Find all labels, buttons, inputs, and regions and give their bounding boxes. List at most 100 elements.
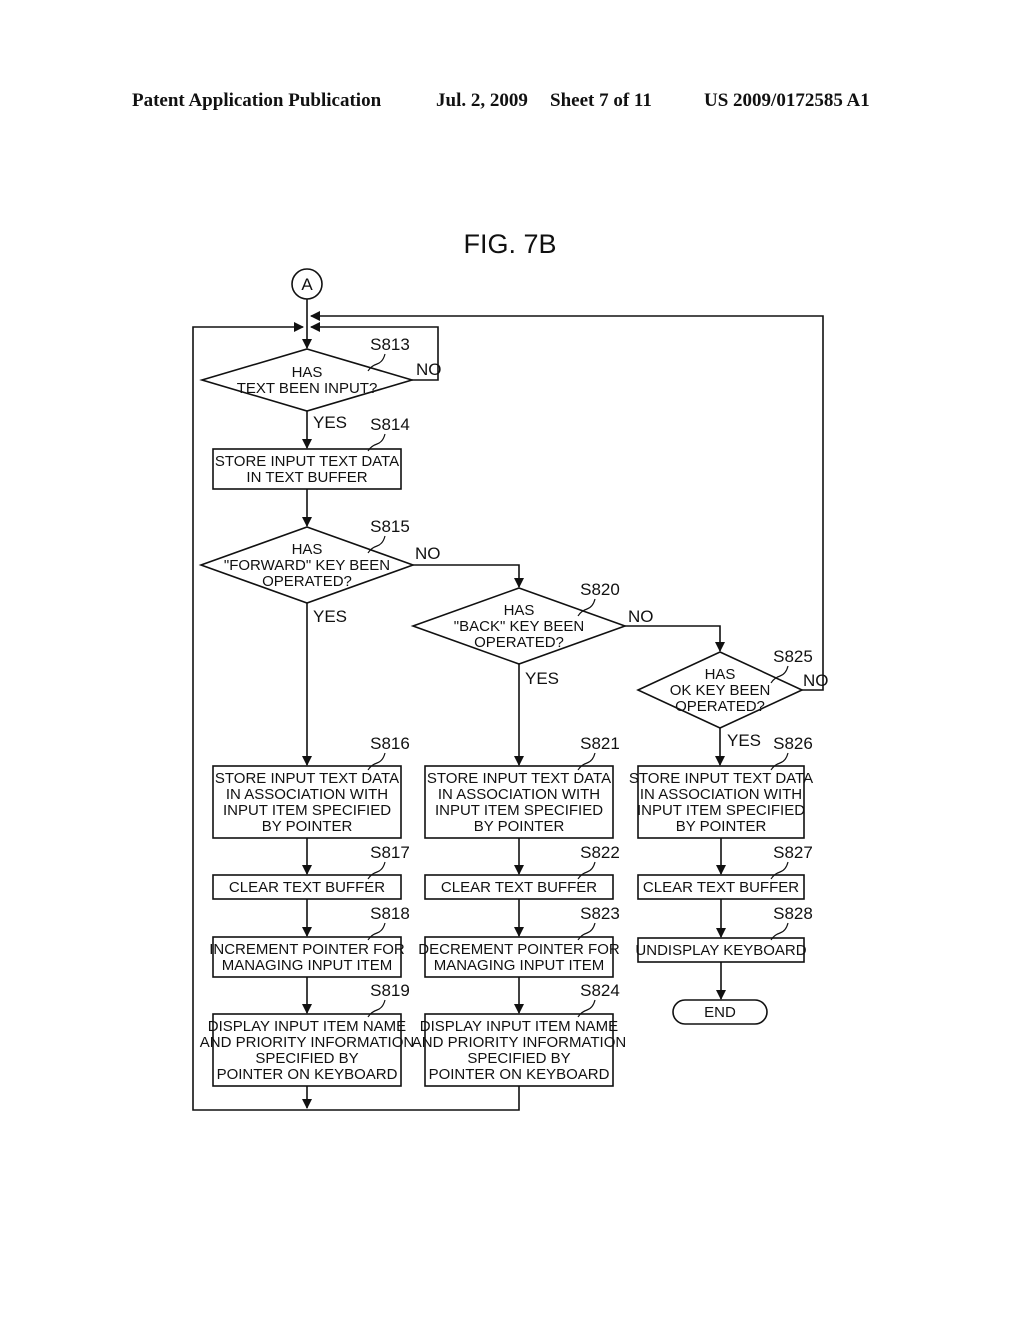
step-number: S817 [370, 843, 410, 862]
edge-label-no: NO [415, 544, 441, 563]
step-label-s827: S827 [770, 843, 813, 880]
node-text-line: SPECIFIED BY [255, 1050, 358, 1067]
step-number: S822 [580, 843, 620, 862]
edge-label-no: NO [803, 671, 829, 690]
edge-label-yes: YES [313, 413, 347, 432]
step-label-s820: S820 [577, 580, 620, 617]
step-number: S825 [773, 647, 813, 666]
arrow-s815-no [413, 564, 524, 588]
process-s816: STORE INPUT TEXT DATAIN ASSOCIATION WITH… [212, 765, 402, 839]
node-text-line: DISPLAY INPUT ITEM NAME [420, 1018, 618, 1035]
step-number: S821 [580, 734, 620, 753]
step-label-s819: S819 [367, 981, 410, 1018]
loop-back-left [192, 322, 520, 1111]
node-text-line: CLEAR TEXT BUFFER [643, 879, 799, 896]
node-text-line: INPUT ITEM SPECIFIED [435, 802, 603, 819]
flowchart: FIG. 7B A NONOYESNOYES NOYESYES HASTEXT B… [192, 229, 829, 1111]
process-s823: DECREMENT POINTER FORMANAGING INPUT ITEM [418, 936, 620, 978]
step-number: S818 [370, 904, 410, 923]
decision-s813: HASTEXT BEEN INPUT? [199, 348, 415, 412]
step-number: S826 [773, 734, 813, 753]
process-s818: INCREMENT POINTER FORMANAGING INPUT ITEM [209, 936, 405, 978]
step-label-s826: S826 [770, 734, 813, 771]
node-text-line: CLEAR TEXT BUFFER [441, 879, 597, 896]
step-number: S827 [773, 843, 813, 862]
leader-line [367, 353, 386, 372]
node-text-line: STORE INPUT TEXT DATA [629, 770, 813, 787]
step-label-s813: S813 [367, 335, 410, 372]
edge-label-yes: YES [727, 731, 761, 750]
node-text-line: TEXT BEEN INPUT? [237, 380, 378, 397]
node-text-line: OPERATED? [474, 634, 564, 651]
leader-line [367, 535, 386, 554]
step-label-s814: S814 [367, 415, 410, 452]
step-number: S819 [370, 981, 410, 1000]
node-text-line: OK KEY BEEN [670, 682, 771, 699]
connector-a-label: A [301, 275, 313, 294]
step-label-s818: S818 [367, 904, 410, 941]
node-text-line: IN ASSOCIATION WITH [640, 786, 802, 803]
node-text-line: STORE INPUT TEXT DATA [427, 770, 611, 787]
step-number: S824 [580, 981, 620, 1000]
node-text-line: IN TEXT BUFFER [246, 469, 367, 486]
node-text-line: INCREMENT POINTER FOR [209, 941, 405, 958]
process-s817: CLEAR TEXT BUFFER [212, 874, 402, 900]
node-text-line: INPUT ITEM SPECIFIED [223, 802, 391, 819]
step-label-s828: S828 [770, 904, 813, 941]
node-text-line: END [704, 1004, 736, 1021]
figure-title: FIG. 7B [463, 229, 556, 259]
node-text-line: DECREMENT POINTER FOR [418, 941, 620, 958]
node-text-line: OPERATED? [262, 573, 352, 590]
node-text-line: MANAGING INPUT ITEM [222, 957, 393, 974]
edge-label-yes: YES [525, 669, 559, 688]
step-label-s822: S822 [577, 843, 620, 880]
edge-label-yes: YES [313, 607, 347, 626]
step-number: S814 [370, 415, 410, 434]
step-number: S816 [370, 734, 410, 753]
process-s814: STORE INPUT TEXT DATAIN TEXT BUFFER [212, 448, 402, 490]
arrow-s820-no [625, 625, 725, 652]
step-label-s824: S824 [577, 981, 620, 1018]
node-text-line: UNDISPLAY KEYBOARD [635, 942, 806, 959]
step-number: S813 [370, 335, 410, 354]
node-text-line: INPUT ITEM SPECIFIED [637, 802, 805, 819]
node-text-line: "FORWARD" KEY BEEN [224, 557, 390, 574]
node-text-line: MANAGING INPUT ITEM [434, 957, 605, 974]
edge-label-no: NO [416, 360, 442, 379]
node-text-line: POINTER ON KEYBOARD [217, 1066, 398, 1083]
step-number: S828 [773, 904, 813, 923]
node-text-line: STORE INPUT TEXT DATA [215, 770, 399, 787]
process-s824: DISPLAY INPUT ITEM NAMEAND PRIORITY INFO… [412, 1013, 626, 1087]
process-s821: STORE INPUT TEXT DATAIN ASSOCIATION WITH… [424, 765, 614, 839]
node-text-line: DISPLAY INPUT ITEM NAME [208, 1018, 406, 1035]
node-text-line: BY POINTER [676, 818, 767, 835]
node-text-line: HAS [705, 666, 736, 683]
node-text-line: "BACK" KEY BEEN [454, 618, 584, 635]
step-label-s821: S821 [577, 734, 620, 771]
node-text-line: HAS [504, 602, 535, 619]
node-text-line: AND PRIORITY INFORMATION [412, 1034, 626, 1051]
node-text-line: POINTER ON KEYBOARD [429, 1066, 610, 1083]
process-s828: UNDISPLAY KEYBOARD [635, 937, 807, 963]
process-s826: STORE INPUT TEXT DATAIN ASSOCIATION WITH… [629, 765, 813, 839]
decision-s820: HAS"BACK" KEY BEENOPERATED? [410, 587, 628, 665]
edge-label-no: NO [628, 607, 654, 626]
node-text-line: IN ASSOCIATION WITH [226, 786, 388, 803]
step-label-s816: S816 [367, 734, 410, 771]
terminal-end: END [672, 999, 768, 1025]
node-text-line: HAS [292, 364, 323, 381]
step-number: S823 [580, 904, 620, 923]
node-text-line: SPECIFIED BY [467, 1050, 570, 1067]
step-label-s815: S815 [367, 517, 410, 554]
step-number: S820 [580, 580, 620, 599]
step-label-s823: S823 [577, 904, 620, 941]
node-text-line: STORE INPUT TEXT DATA [215, 453, 399, 470]
node-text-line: HAS [292, 541, 323, 558]
node-text-line: IN ASSOCIATION WITH [438, 786, 600, 803]
node-text-line: BY POINTER [474, 818, 565, 835]
step-number: S815 [370, 517, 410, 536]
process-s819: DISPLAY INPUT ITEM NAMEAND PRIORITY INFO… [200, 1013, 414, 1087]
node-text-line: OPERATED? [675, 698, 765, 715]
process-s822: CLEAR TEXT BUFFER [424, 874, 614, 900]
node-text-line: AND PRIORITY INFORMATION [200, 1034, 414, 1051]
